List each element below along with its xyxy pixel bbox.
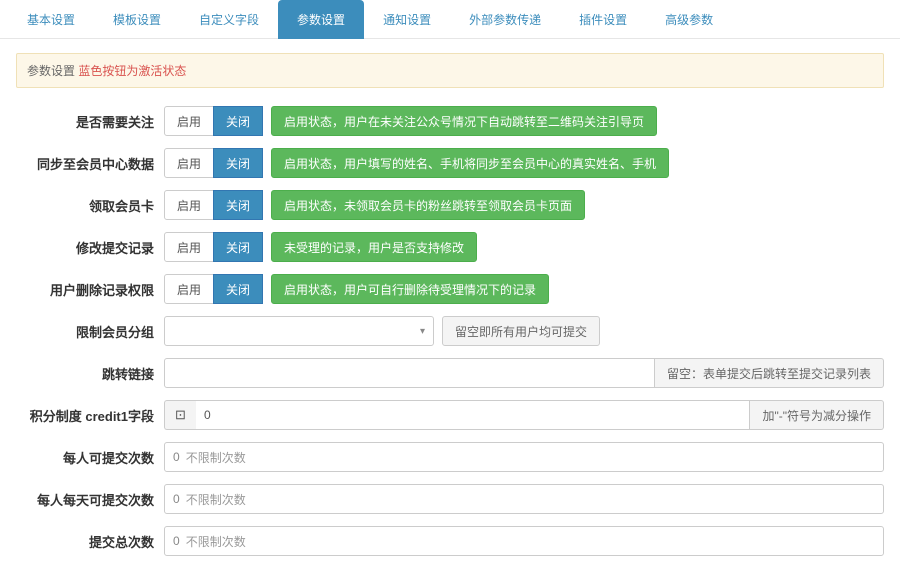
edit_record-enable-button[interactable]: 启用	[164, 232, 214, 262]
page-note: 参数设置 蓝色按钮为激活状态	[16, 53, 884, 88]
tab-0[interactable]: 基本设置	[8, 0, 94, 39]
tab-3[interactable]: 参数设置	[278, 0, 364, 39]
credit-icon: ⊡	[164, 400, 196, 430]
get_card-label: 领取会员卡	[16, 196, 164, 215]
tab-5[interactable]: 外部参数传递	[450, 0, 560, 39]
limit-group-hint: 留空即所有用户均可提交	[442, 316, 600, 346]
redirect-input[interactable]	[164, 358, 655, 388]
limit-group-select[interactable]	[164, 316, 434, 346]
credit-input[interactable]	[196, 400, 750, 430]
per-user-zero: 0	[173, 450, 180, 464]
per-user-label: 每人可提交次数	[16, 448, 164, 467]
need_follow-disable-button[interactable]: 关闭	[213, 106, 263, 136]
get_card-enable-button[interactable]: 启用	[164, 190, 214, 220]
per-user-placeholder: 不限制次数	[186, 449, 246, 466]
tab-7[interactable]: 高级参数	[646, 0, 732, 39]
per-user-input[interactable]: 0 不限制次数	[164, 442, 884, 472]
edit_record-label: 修改提交记录	[16, 238, 164, 257]
tab-2[interactable]: 自定义字段	[180, 0, 278, 39]
edit_record-disable-button[interactable]: 关闭	[213, 232, 263, 262]
total-placeholder: 不限制次数	[186, 533, 246, 550]
credit-label: 积分制度 credit1字段	[16, 406, 164, 425]
sync_member-label: 同步至会员中心数据	[16, 154, 164, 173]
tab-4[interactable]: 通知设置	[364, 0, 450, 39]
total-input[interactable]: 0 不限制次数	[164, 526, 884, 556]
note-prefix: 参数设置	[27, 64, 75, 78]
per-user-day-label: 每人每天可提交次数	[16, 490, 164, 509]
redirect-label: 跳转链接	[16, 364, 164, 383]
sync_member-hint: 启用状态，用户填写的姓名、手机将同步至会员中心的真实姓名、手机	[271, 148, 669, 178]
limit-group-label: 限制会员分组	[16, 322, 164, 341]
content: 参数设置 蓝色按钮为激活状态 是否需要关注启用关闭启用状态，用户在未关注公众号情…	[0, 39, 900, 578]
tabs-nav: 基本设置模板设置自定义字段参数设置通知设置外部参数传递插件设置高级参数	[0, 0, 900, 39]
del_record-disable-button[interactable]: 关闭	[213, 274, 263, 304]
per-user-day-placeholder: 不限制次数	[186, 491, 246, 508]
del_record-hint: 启用状态，用户可自行删除待受理情况下的记录	[271, 274, 549, 304]
per-user-day-zero: 0	[173, 492, 180, 506]
total-zero: 0	[173, 534, 180, 548]
get_card-hint: 启用状态，未领取会员卡的粉丝跳转至领取会员卡页面	[271, 190, 585, 220]
edit_record-hint: 未受理的记录，用户是否支持修改	[271, 232, 477, 262]
need_follow-enable-button[interactable]: 启用	[164, 106, 214, 136]
per-user-day-input[interactable]: 0 不限制次数	[164, 484, 884, 514]
tab-6[interactable]: 插件设置	[560, 0, 646, 39]
sync_member-disable-button[interactable]: 关闭	[213, 148, 263, 178]
note-red: 蓝色按钮为激活状态	[78, 64, 186, 78]
redirect-addon: 留空：表单提交后跳转至提交记录列表	[655, 358, 884, 388]
del_record-label: 用户删除记录权限	[16, 280, 164, 299]
tab-1[interactable]: 模板设置	[94, 0, 180, 39]
del_record-enable-button[interactable]: 启用	[164, 274, 214, 304]
need_follow-label: 是否需要关注	[16, 112, 164, 131]
credit-addon: 加"-"符号为减分操作	[750, 400, 884, 430]
need_follow-hint: 启用状态，用户在未关注公众号情况下自动跳转至二维码关注引导页	[271, 106, 657, 136]
sync_member-enable-button[interactable]: 启用	[164, 148, 214, 178]
get_card-disable-button[interactable]: 关闭	[213, 190, 263, 220]
